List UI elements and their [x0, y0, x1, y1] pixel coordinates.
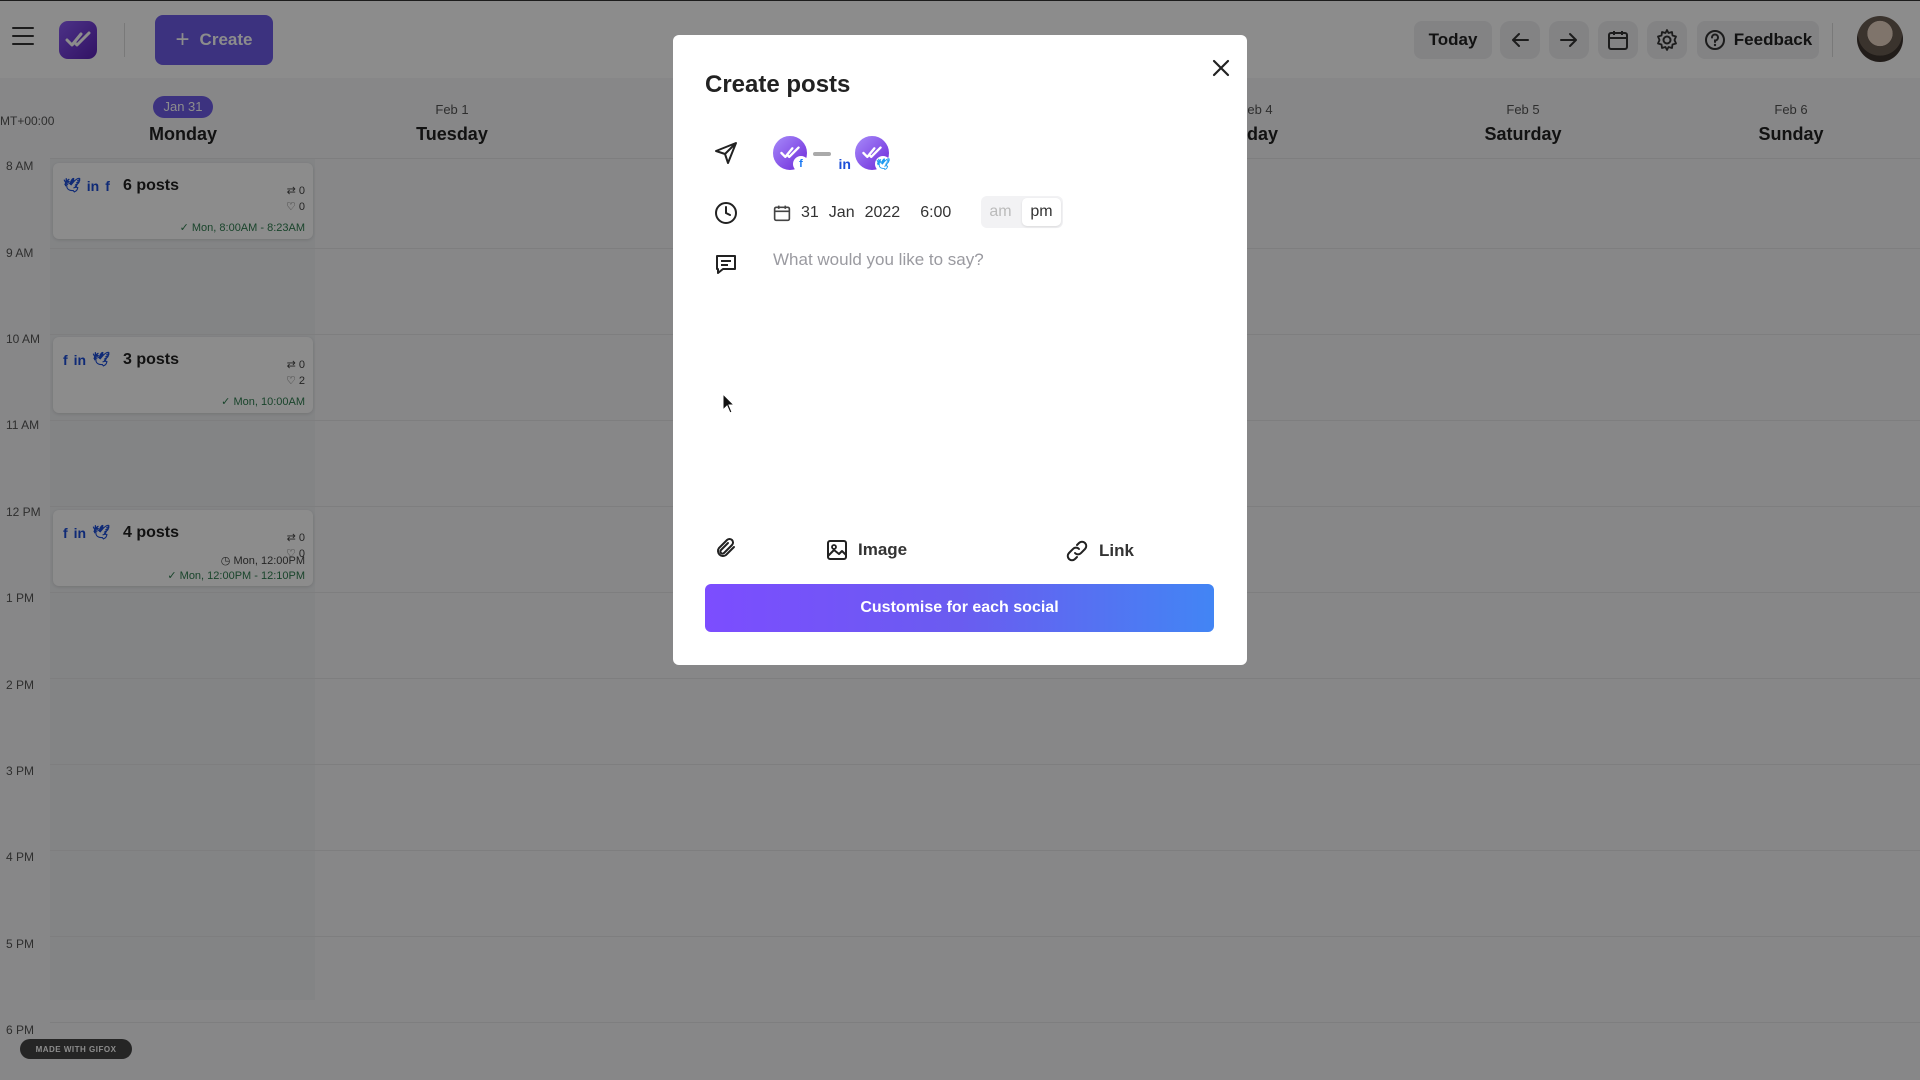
- message-icon: [713, 252, 739, 278]
- link-icon: [1066, 540, 1088, 562]
- time-value[interactable]: 6:00: [920, 204, 951, 222]
- twitter-badge: 🕊: [875, 156, 891, 172]
- paperclip-icon: [713, 535, 739, 561]
- dialog-title: Create posts: [705, 71, 851, 98]
- date-year[interactable]: 2022: [865, 204, 901, 222]
- mouse-cursor-icon: [722, 393, 736, 414]
- attachments-row: Image Link: [673, 535, 1247, 571]
- account-avatar-twitter[interactable]: 🕊: [853, 134, 891, 172]
- send-icon: [713, 140, 739, 166]
- add-link-button[interactable]: Link: [1065, 539, 1134, 563]
- date-time-picker[interactable]: 31 Jan 2022 6:00: [773, 198, 951, 228]
- am-option[interactable]: am: [981, 196, 1020, 228]
- calendar-icon: [773, 205, 791, 222]
- account-avatar-facebook[interactable]: f: [771, 134, 809, 172]
- clock-icon: [713, 200, 739, 226]
- facebook-badge: f: [793, 156, 809, 172]
- date-month[interactable]: Jan: [829, 204, 855, 222]
- date-day[interactable]: 31: [801, 204, 819, 222]
- link-label: Link: [1099, 541, 1134, 560]
- pm-option[interactable]: pm: [1022, 198, 1061, 226]
- image-icon: [827, 540, 847, 560]
- customise-for-each-social-button[interactable]: Customise for each social: [705, 584, 1214, 632]
- add-image-button[interactable]: Image: [826, 539, 907, 561]
- account-avatar-linkedin[interactable]: in: [813, 144, 851, 172]
- post-message-input[interactable]: [773, 250, 1213, 490]
- close-button[interactable]: [1205, 52, 1237, 84]
- linkedin-badge: in: [838, 156, 851, 172]
- am-pm-toggle[interactable]: am pm: [981, 196, 1063, 228]
- close-icon: [1212, 59, 1230, 77]
- placeholder-bar: [813, 152, 831, 156]
- image-label: Image: [858, 540, 908, 559]
- create-posts-dialog: Create posts f in 🕊 31 Jan 2022 6:00 am …: [673, 35, 1247, 665]
